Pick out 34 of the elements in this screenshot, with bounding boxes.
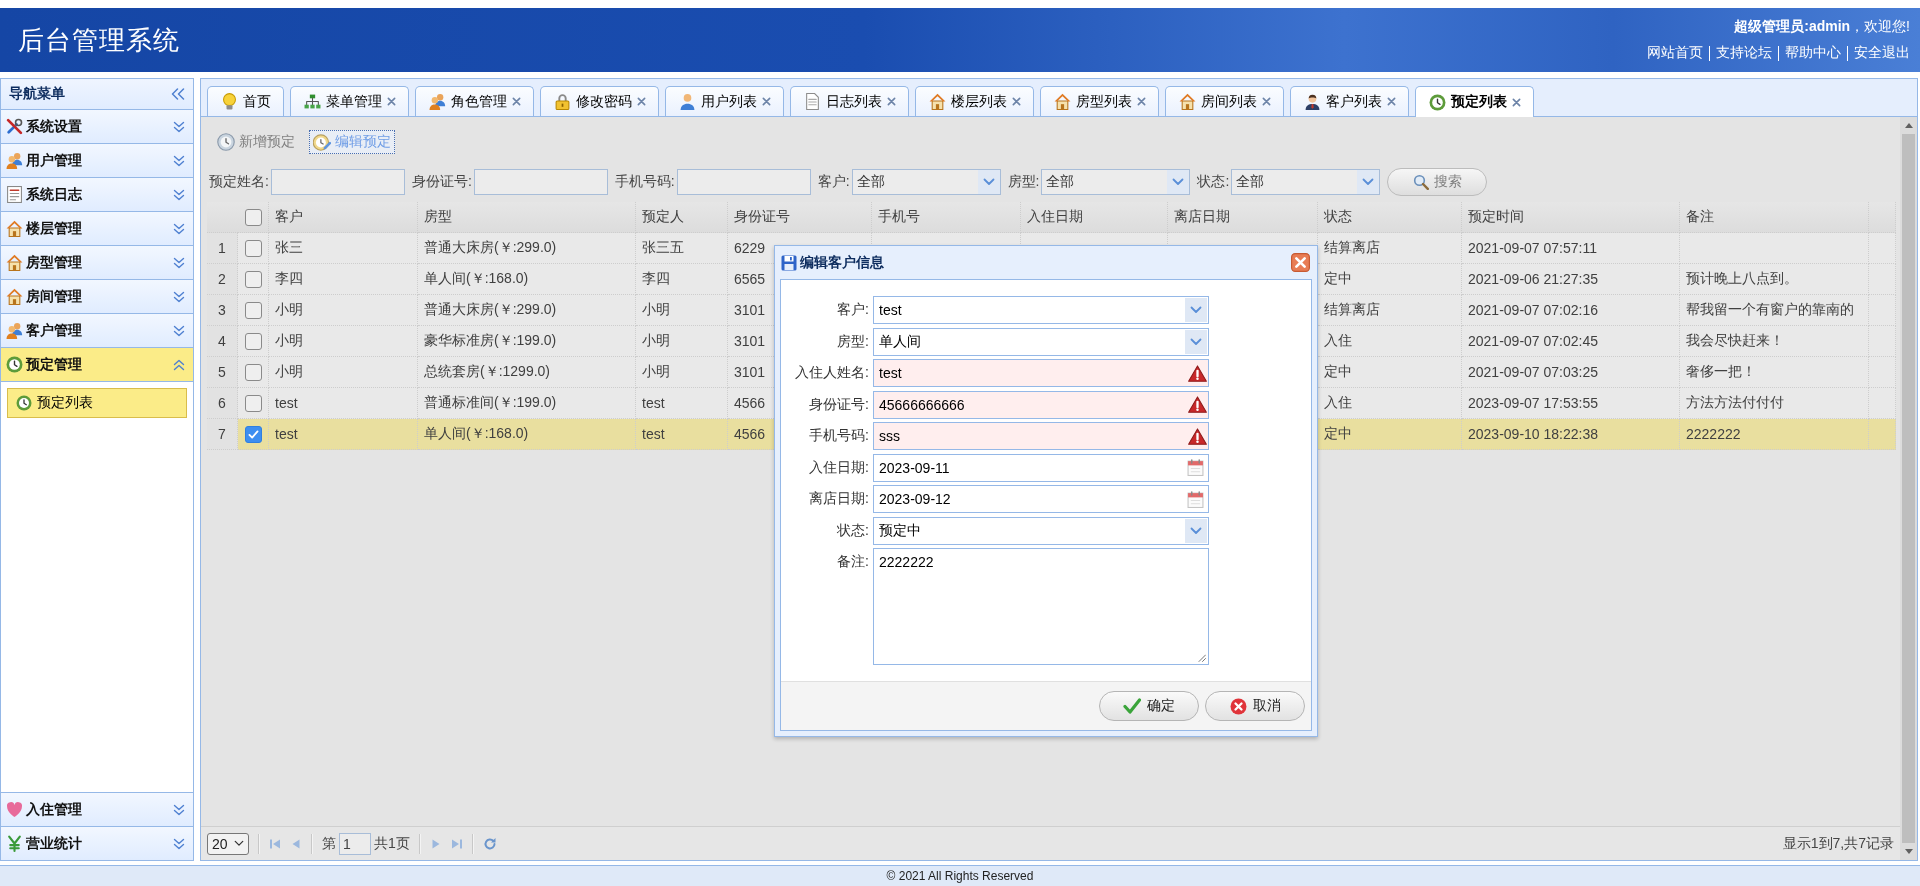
- filter-label: 预定姓名:: [209, 173, 269, 191]
- sidebar-title: 导航菜单: [9, 85, 65, 103]
- filter-label: 房型:: [1007, 173, 1040, 191]
- field-label: 入住人姓名:: [794, 364, 869, 382]
- record-summary: 显示1到7,共7记录: [1782, 834, 1894, 853]
- filter-label: 手机号码:: [614, 173, 675, 191]
- field-label: 离店日期:: [808, 490, 869, 508]
- copyright-text: © 2021 All Rights Reserved: [886, 869, 1034, 883]
- field-label: 客户:: [836, 301, 869, 319]
- field-label: 备注:: [836, 552, 869, 571]
- field-label: 房型:: [836, 332, 869, 351]
- row-number: 4: [207, 326, 238, 357]
- field-label: 状态:: [836, 521, 869, 540]
- row-number: 1: [207, 233, 238, 264]
- row-number: 3: [207, 295, 238, 326]
- row-number: 6: [207, 388, 238, 419]
- page-label: 第: [322, 834, 336, 853]
- filter-label: 客户:: [817, 173, 850, 191]
- table-cell: 单人间(￥:168.0): [418, 419, 636, 450]
- page-count-text: 共1页: [374, 834, 410, 853]
- row-number: 5: [207, 357, 238, 388]
- table-cell: 2023-09-10 18:22:38: [1462, 419, 1680, 450]
- table-cell: test: [269, 419, 418, 450]
- filter-label: 状态:: [1197, 173, 1230, 191]
- filter-label: 身份证号:: [411, 173, 472, 191]
- app-title: 后台管理系统: [18, 23, 180, 57]
- table-cell: test: [636, 419, 728, 450]
- field-label: 手机号码:: [808, 427, 869, 445]
- field-label: 入住日期:: [808, 458, 869, 477]
- row-number: 2: [207, 264, 238, 295]
- greeting-text: 超级管理员:admin，欢迎您!: [1734, 18, 1910, 36]
- row-number: 7: [207, 419, 238, 450]
- field-label: 身份证号:: [808, 395, 869, 414]
- table-cell: 2222222: [1680, 419, 1869, 450]
